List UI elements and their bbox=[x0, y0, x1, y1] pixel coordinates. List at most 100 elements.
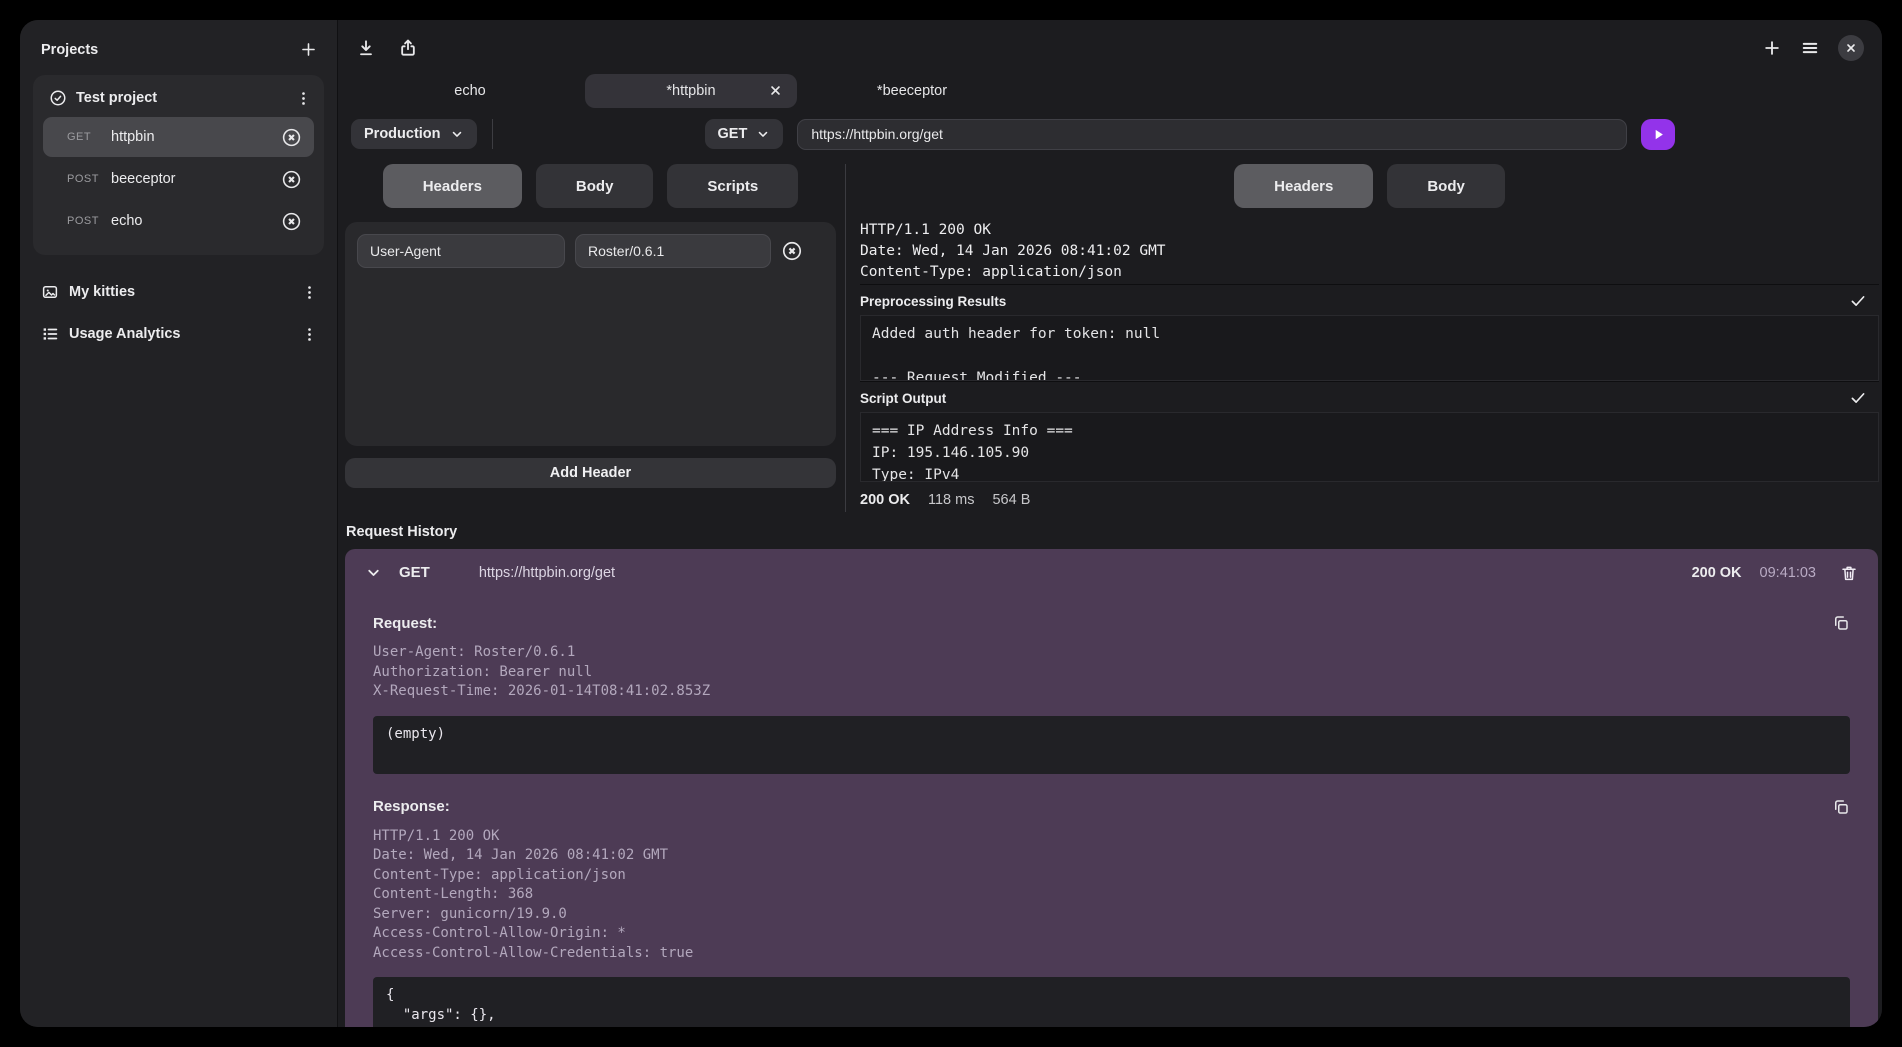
download-icon bbox=[356, 38, 376, 58]
delete-request-button[interactable] bbox=[281, 127, 302, 148]
copy-response-button[interactable] bbox=[1832, 798, 1850, 816]
new-tab-button[interactable] bbox=[1762, 38, 1782, 58]
main-area: echo *httpbin *beeceptor Production GET bbox=[338, 20, 1882, 1027]
history-status: 200 OK bbox=[1692, 565, 1742, 581]
image-icon bbox=[41, 283, 59, 301]
close-icon bbox=[1845, 42, 1857, 54]
tab-request-scripts[interactable]: Scripts bbox=[667, 164, 798, 208]
import-button[interactable] bbox=[356, 38, 376, 58]
response-section-label: Response: bbox=[373, 798, 450, 815]
tab-request-body[interactable]: Body bbox=[536, 164, 654, 208]
add-project-button[interactable] bbox=[299, 40, 318, 59]
history-request-body: (empty) bbox=[373, 716, 1850, 774]
close-icon bbox=[768, 83, 783, 98]
add-header-button[interactable]: Add Header bbox=[345, 458, 836, 488]
environment-dropdown[interactable]: Production bbox=[351, 119, 477, 149]
copy-icon bbox=[1832, 798, 1850, 816]
tab-label: Body bbox=[1427, 178, 1465, 195]
delete-request-button[interactable] bbox=[281, 169, 302, 190]
request-history-section: Request History GET https://httpbin.org/… bbox=[338, 512, 1882, 1027]
history-request-headers: User-Agent: Roster/0.6.1 Authorization: … bbox=[373, 643, 1850, 702]
request-method: POST bbox=[67, 173, 111, 185]
close-window-button[interactable] bbox=[1838, 35, 1864, 61]
list-icon bbox=[41, 325, 59, 343]
tab-label: *httpbin bbox=[666, 83, 715, 99]
remove-header-button[interactable] bbox=[781, 240, 803, 262]
sidebar-request-httpbin[interactable]: GET httpbin bbox=[43, 117, 314, 157]
sidebar-item-usage-analytics[interactable]: Usage Analytics bbox=[33, 313, 324, 355]
trash-icon bbox=[1840, 564, 1858, 582]
collection-name: My kitties bbox=[69, 284, 291, 300]
collection-menu-button[interactable] bbox=[301, 326, 318, 343]
menu-button[interactable] bbox=[1800, 38, 1820, 58]
close-tab-button[interactable] bbox=[768, 83, 783, 98]
sidebar-item-my-kitties[interactable]: My kitties bbox=[33, 271, 324, 313]
copy-request-button[interactable] bbox=[1832, 614, 1850, 632]
tab-label: Headers bbox=[1274, 178, 1333, 195]
request-history-title: Request History bbox=[345, 520, 1878, 549]
tab-request-headers[interactable]: Headers bbox=[383, 164, 522, 208]
status-code: 200 OK bbox=[860, 492, 910, 508]
request-bar: Production GET bbox=[338, 117, 1882, 151]
preprocessing-header: Preprocessing Results bbox=[860, 284, 1879, 315]
method-dropdown[interactable]: GET bbox=[705, 119, 784, 149]
kebab-icon bbox=[301, 284, 318, 301]
response-pane: Headers Body HTTP/1.1 200 OK Date: Wed, … bbox=[846, 164, 1882, 512]
response-headers-preview[interactable]: HTTP/1.1 200 OK Date: Wed, 14 Jan 2026 0… bbox=[860, 220, 1879, 284]
menu-icon bbox=[1800, 38, 1820, 58]
preprocessing-title: Preprocessing Results bbox=[860, 294, 1006, 309]
remove-circle-icon bbox=[781, 240, 803, 262]
remove-circle-icon bbox=[281, 211, 302, 232]
check-icon bbox=[1849, 389, 1867, 407]
tab-response-headers[interactable]: Headers bbox=[1234, 164, 1373, 208]
tab-label: Body bbox=[576, 178, 614, 195]
copy-icon bbox=[1832, 614, 1850, 632]
tab-echo[interactable]: echo bbox=[364, 74, 576, 108]
plus-icon bbox=[299, 40, 318, 59]
history-response-headers: HTTP/1.1 200 OK Date: Wed, 14 Jan 2026 0… bbox=[373, 827, 1850, 964]
send-request-button[interactable] bbox=[1641, 119, 1675, 150]
divider bbox=[492, 119, 493, 149]
delete-request-button[interactable] bbox=[281, 211, 302, 232]
script-output[interactable]: === IP Address Info === IP: 195.146.105.… bbox=[860, 412, 1879, 482]
header-value-input[interactable] bbox=[575, 234, 771, 268]
play-icon bbox=[1651, 127, 1666, 142]
history-url: https://httpbin.org/get bbox=[479, 565, 1692, 581]
history-time: 09:41:03 bbox=[1760, 565, 1816, 581]
kebab-icon bbox=[295, 90, 312, 107]
remove-circle-icon bbox=[281, 127, 302, 148]
project-menu-button[interactable] bbox=[295, 90, 312, 107]
url-input[interactable] bbox=[797, 119, 1627, 150]
header-key-input[interactable] bbox=[357, 234, 565, 268]
export-button[interactable] bbox=[398, 38, 418, 58]
kebab-icon bbox=[301, 326, 318, 343]
status-size: 564 B bbox=[992, 492, 1030, 508]
request-method: POST bbox=[67, 215, 111, 227]
collection-menu-button[interactable] bbox=[301, 284, 318, 301]
sidebar-request-echo[interactable]: POST echo bbox=[43, 201, 314, 241]
app-window: Projects Test project GET httpbin bbox=[20, 20, 1882, 1027]
tab-httpbin[interactable]: *httpbin bbox=[585, 74, 797, 108]
preprocessing-output[interactable]: Added auth header for token: null --- Re… bbox=[860, 315, 1879, 381]
request-pane: Headers Body Scripts Add Header bbox=[338, 164, 846, 512]
request-name: beeceptor bbox=[111, 171, 281, 187]
projects-title: Projects bbox=[41, 42, 98, 58]
history-entry-body: Request: User-Agent: Roster/0.6.1 Author… bbox=[345, 596, 1878, 1027]
method-label: GET bbox=[718, 126, 748, 142]
chevron-down-icon[interactable] bbox=[365, 564, 382, 581]
sidebar: Projects Test project GET httpbin bbox=[20, 20, 338, 1027]
tab-label: Headers bbox=[423, 178, 482, 195]
request-section-label: Request: bbox=[373, 615, 437, 632]
tab-label: Scripts bbox=[707, 178, 758, 195]
tab-response-body[interactable]: Body bbox=[1387, 164, 1505, 208]
script-output-title: Script Output bbox=[860, 391, 946, 406]
remove-circle-icon bbox=[281, 169, 302, 190]
history-entry-header[interactable]: GET https://httpbin.org/get 200 OK 09:41… bbox=[345, 549, 1878, 596]
collection-name: Usage Analytics bbox=[69, 326, 291, 342]
tab-beeceptor[interactable]: *beeceptor bbox=[806, 74, 1018, 108]
check-icon bbox=[1849, 292, 1867, 310]
script-output-header: Script Output bbox=[860, 381, 1879, 412]
sidebar-request-beeceptor[interactable]: POST beeceptor bbox=[43, 159, 314, 199]
check-circle-icon bbox=[49, 89, 67, 107]
delete-history-button[interactable] bbox=[1840, 564, 1858, 582]
